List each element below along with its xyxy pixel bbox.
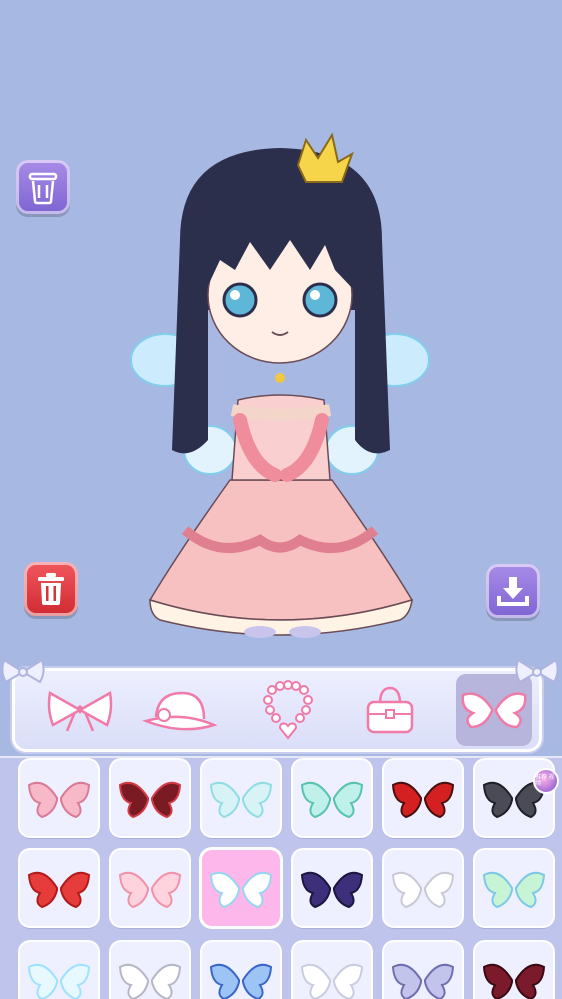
purple-bat-wings-icon [300,871,364,909]
wing-item[interactable] [202,760,280,836]
teal-fairy-wings-icon [300,781,364,819]
bag-icon [366,686,414,734]
category-hat[interactable] [142,674,218,746]
wing-item[interactable] [20,760,98,836]
white-fluffy-wings-icon [300,963,364,999]
white-blue-wings-icon [209,871,273,909]
red-feather-wings-icon [27,871,91,909]
category-bar [12,668,542,752]
wing-item[interactable] [475,850,553,926]
chibi-character [130,132,430,638]
wing-item[interactable] [293,760,371,836]
item-grid: 推荐 视频 [0,756,562,999]
save-button[interactable] [486,564,540,618]
wing-item[interactable] [475,942,553,999]
butterfly-wings-icon [391,781,455,819]
aqua-butterfly-wings-icon [482,871,546,909]
crimson-bat-wings-icon [482,963,546,999]
wing-item[interactable] [20,850,98,926]
red-dark-wings-icon [118,781,182,819]
category-bow[interactable] [42,674,118,746]
clear-button[interactable] [16,160,70,214]
wing-item[interactable]: 推荐 视频 [475,760,559,836]
trash-can-icon [38,573,64,605]
wing-item[interactable] [384,942,462,999]
pink-angel-wings-icon [27,781,91,819]
wing-item[interactable] [293,850,371,926]
wing-item[interactable] [111,850,189,926]
small-pink-wings-icon [118,871,182,909]
trash-can-outline-icon [28,172,58,205]
category-bag[interactable] [352,674,428,746]
wing-item[interactable] [111,760,189,836]
wing-item[interactable] [384,850,462,926]
blue-butterfly-wings-icon [209,963,273,999]
sparkle-wings-icon [209,781,273,819]
wing-item[interactable] [293,942,371,999]
wing-item[interactable] [202,850,280,926]
wing-item[interactable] [202,942,280,999]
wing-item[interactable] [20,942,98,999]
category-necklace[interactable] [250,674,326,746]
bow-icon [47,691,113,732]
wing-item[interactable] [384,760,462,836]
video-badge-icon: 推荐 视频 [533,768,559,794]
glow-wings-icon [27,963,91,999]
wing-item[interactable] [111,942,189,999]
download-icon [497,577,529,606]
hat-icon [142,691,218,731]
delete-button[interactable] [24,562,78,616]
necklace-icon [263,680,313,740]
white-small-wings-icon [391,871,455,909]
lavender-wings-icon [391,963,455,999]
left-ribbon-icon [1,658,45,684]
wings-icon [461,692,527,729]
white-angel-wings-icon [118,963,182,999]
right-ribbon-icon [515,658,559,684]
